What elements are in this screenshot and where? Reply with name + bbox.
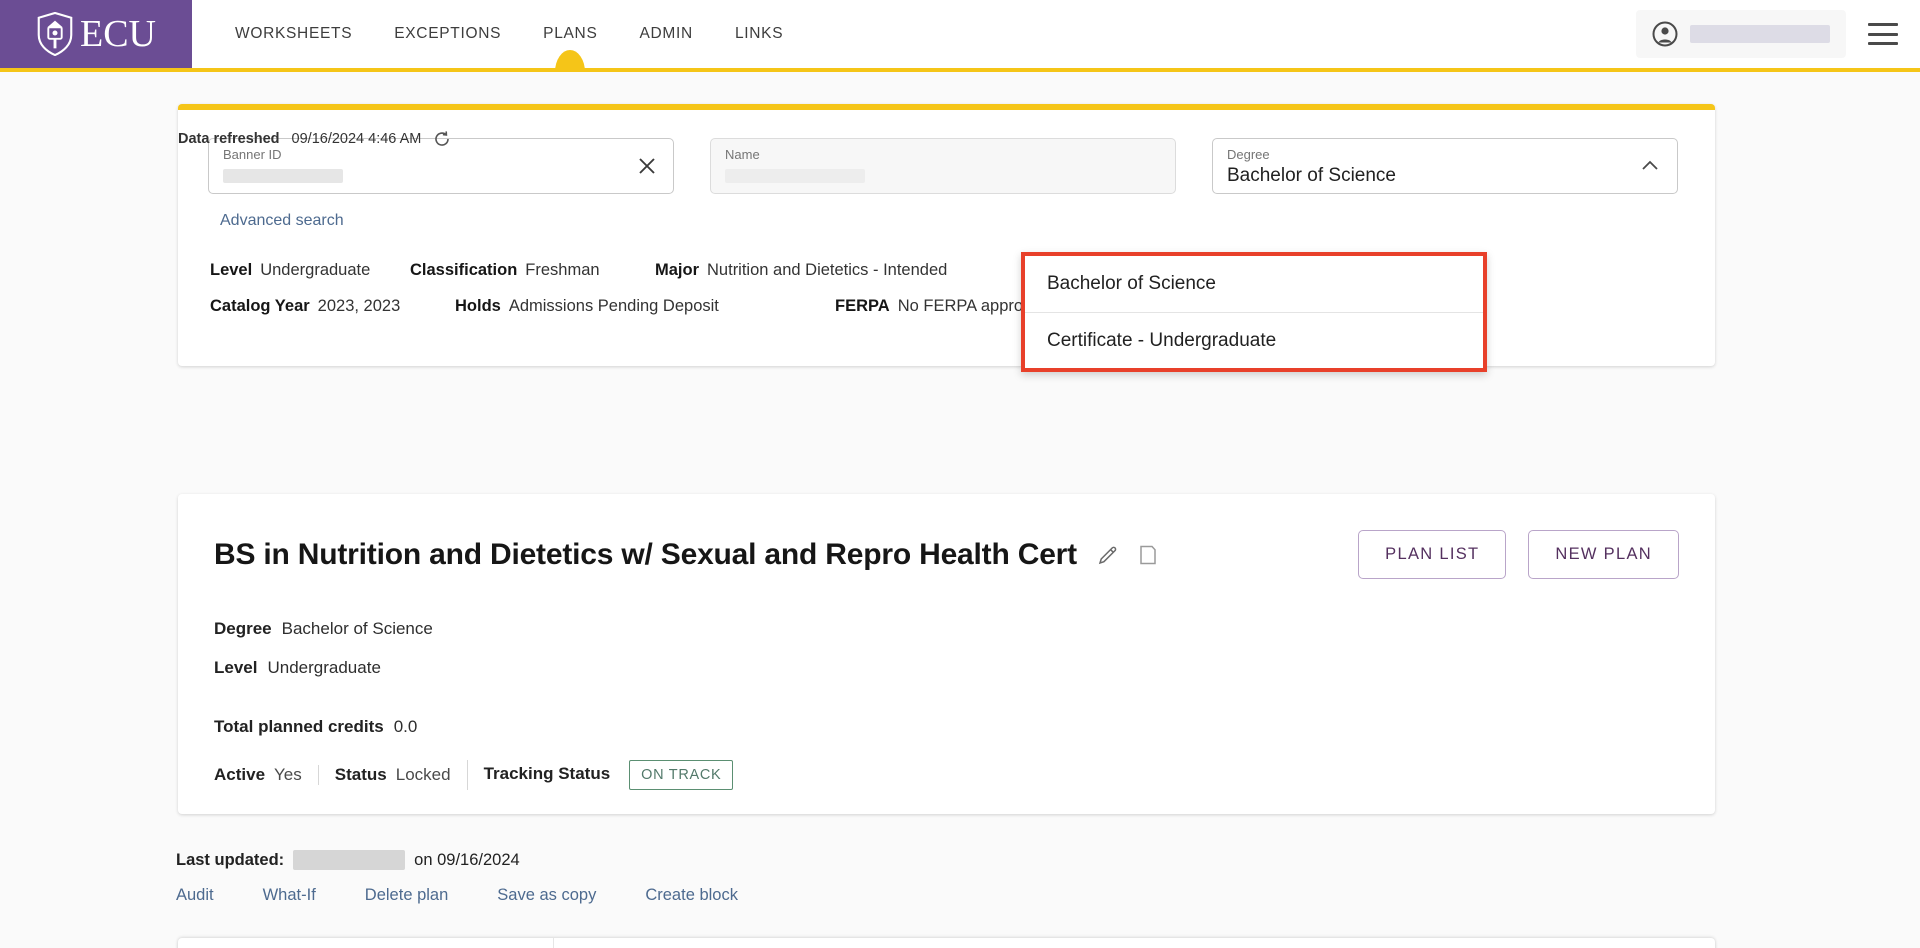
link-save-as-copy[interactable]: Save as copy [497,886,596,905]
header-right-controls [1636,0,1920,68]
info-classification-key: Classification [410,261,518,279]
plan-level-key: Level [214,658,258,677]
info-holds-value: Admissions Pending Deposit [508,297,719,315]
link-audit[interactable]: Audit [176,886,214,905]
nav-item-exceptions[interactable]: EXCEPTIONS [373,0,522,68]
plan-degree-value: Bachelor of Science [281,619,433,638]
info-catalog-year: Catalog Year 2023, 2023 [210,288,455,324]
chevron-up-icon[interactable] [1639,155,1661,177]
new-plan-button[interactable]: NEW PLAN [1528,530,1679,579]
hamburger-menu-icon[interactable] [1868,23,1898,45]
ecu-logo[interactable]: ECU [0,0,192,68]
nav-item-admin[interactable]: ADMIN [619,0,714,68]
plan-header-row: BS in Nutrition and Dietetics w/ Sexual … [214,530,1679,579]
plan-level-value: Undergraduate [267,658,381,677]
info-level-value: Undergraduate [260,261,371,279]
close-x-icon[interactable] [637,156,657,176]
user-name-redacted [1690,25,1830,43]
last-updated-label: Last updated: [176,850,285,869]
page-body: Data refreshed 09/16/2024 4:46 AM Banner… [0,72,1920,948]
degree-option-certificate-undergraduate[interactable]: Certificate - Undergraduate [1025,312,1483,368]
info-holds: Holds Admissions Pending Deposit [455,288,835,324]
info-major: Major Nutrition and Dietetics - Intended [655,252,1035,288]
banner-id-label: Banner ID [223,147,282,162]
link-create-block[interactable]: Create block [645,886,738,905]
degree-value: Bachelor of Science [1227,165,1396,186]
toolbar-left-pane [178,938,554,948]
name-value-redacted [725,169,865,183]
plan-level-row: Level Undergraduate [214,648,1679,687]
info-catalog-year-key: Catalog Year [210,297,310,315]
info-level: Level Undergraduate [210,252,410,288]
degree-select[interactable]: Degree Bachelor of Science [1212,138,1678,194]
data-refreshed-bar: Data refreshed 09/16/2024 4:46 AM [178,130,451,148]
last-updated-date: on 09/16/2024 [414,850,520,869]
plan-credits-value: 0.0 [393,717,418,736]
plan-title: BS in Nutrition and Dietetics w/ Sexual … [214,537,1077,571]
plan-credits-key: Total planned credits [214,717,384,736]
plan-status-segment: Status Locked [317,765,467,785]
nav-item-plans[interactable]: PLANS [522,0,618,68]
plan-status-row: Active Yes Status Locked Tracking Status… [214,760,1679,790]
user-avatar-icon [1652,21,1678,47]
plan-tracking-segment: Tracking Status ON TRACK [466,760,750,790]
plan-active-segment: Active Yes [214,765,318,785]
degree-option-bachelor-of-science[interactable]: Bachelor of Science [1025,256,1483,312]
plan-list-button[interactable]: PLAN LIST [1358,530,1507,579]
plan-active-key: Active [214,765,266,784]
info-holds-key: Holds [455,297,501,315]
plan-degree-key: Degree [214,619,272,638]
info-classification-value: Freshman [525,261,600,279]
ecu-logo-text: ECU [80,13,156,55]
advanced-search-link[interactable]: Advanced search [220,212,1685,230]
degree-label: Degree [1227,147,1270,162]
plan-summary-card: BS in Nutrition and Dietetics w/ Sexual … [178,494,1715,814]
plan-degree-row: Degree Bachelor of Science [214,609,1679,648]
plan-active-value: Yes [274,765,302,784]
degree-dropdown-menu[interactable]: Bachelor of Science Certificate - Underg… [1021,252,1487,372]
info-catalog-year-value: 2023, 2023 [317,297,401,315]
refresh-icon[interactable] [433,130,451,148]
info-major-value: Nutrition and Dietetics - Intended [707,261,948,279]
nav-item-worksheets[interactable]: WORKSHEETS [214,0,373,68]
banner-id-value-redacted [223,169,343,183]
nav-item-links[interactable]: LINKS [714,0,804,68]
plan-editor-toolbar: ADD TERM [178,938,1715,948]
info-ferpa-key: FERPA [835,297,890,315]
plan-status-value: Locked [395,765,451,784]
plan-action-buttons: PLAN LIST NEW PLAN [1358,530,1679,579]
link-delete-plan[interactable]: Delete plan [365,886,448,905]
info-level-key: Level [210,261,253,279]
name-label: Name [725,147,760,162]
info-ferpa: FERPA No FERPA approval [835,288,1044,324]
info-classification: Classification Freshman [410,252,655,288]
pencil-edit-icon[interactable] [1097,544,1119,566]
user-account-chip[interactable] [1636,10,1846,58]
plan-links-row: Audit What-If Delete plan Save as copy C… [176,886,738,905]
plan-tracking-key: Tracking Status [483,764,611,783]
data-refreshed-value: 09/16/2024 4:46 AM [291,131,422,147]
status-badge: ON TRACK [629,760,734,790]
link-what-if[interactable]: What-If [263,886,316,905]
last-updated-user-redacted [293,850,406,870]
plan-title-group: BS in Nutrition and Dietetics w/ Sexual … [214,538,1157,572]
ecu-shield-icon [37,12,73,56]
plan-meta-block: Degree Bachelor of Science Level Undergr… [214,609,1679,790]
info-major-key: Major [655,261,700,279]
note-icon[interactable] [1139,545,1157,565]
plan-status-key: Status [334,765,387,784]
last-updated-row: Last updated: on 09/16/2024 [176,850,520,870]
plan-credits-row: Total planned credits 0.0 [214,707,1679,746]
data-refreshed-label: Data refreshed [178,131,280,147]
app-header: ECU WORKSHEETS EXCEPTIONS PLANS ADMIN LI… [0,0,1920,72]
name-field[interactable]: Name [710,138,1176,194]
main-navigation: WORKSHEETS EXCEPTIONS PLANS ADMIN LINKS [192,0,1636,68]
